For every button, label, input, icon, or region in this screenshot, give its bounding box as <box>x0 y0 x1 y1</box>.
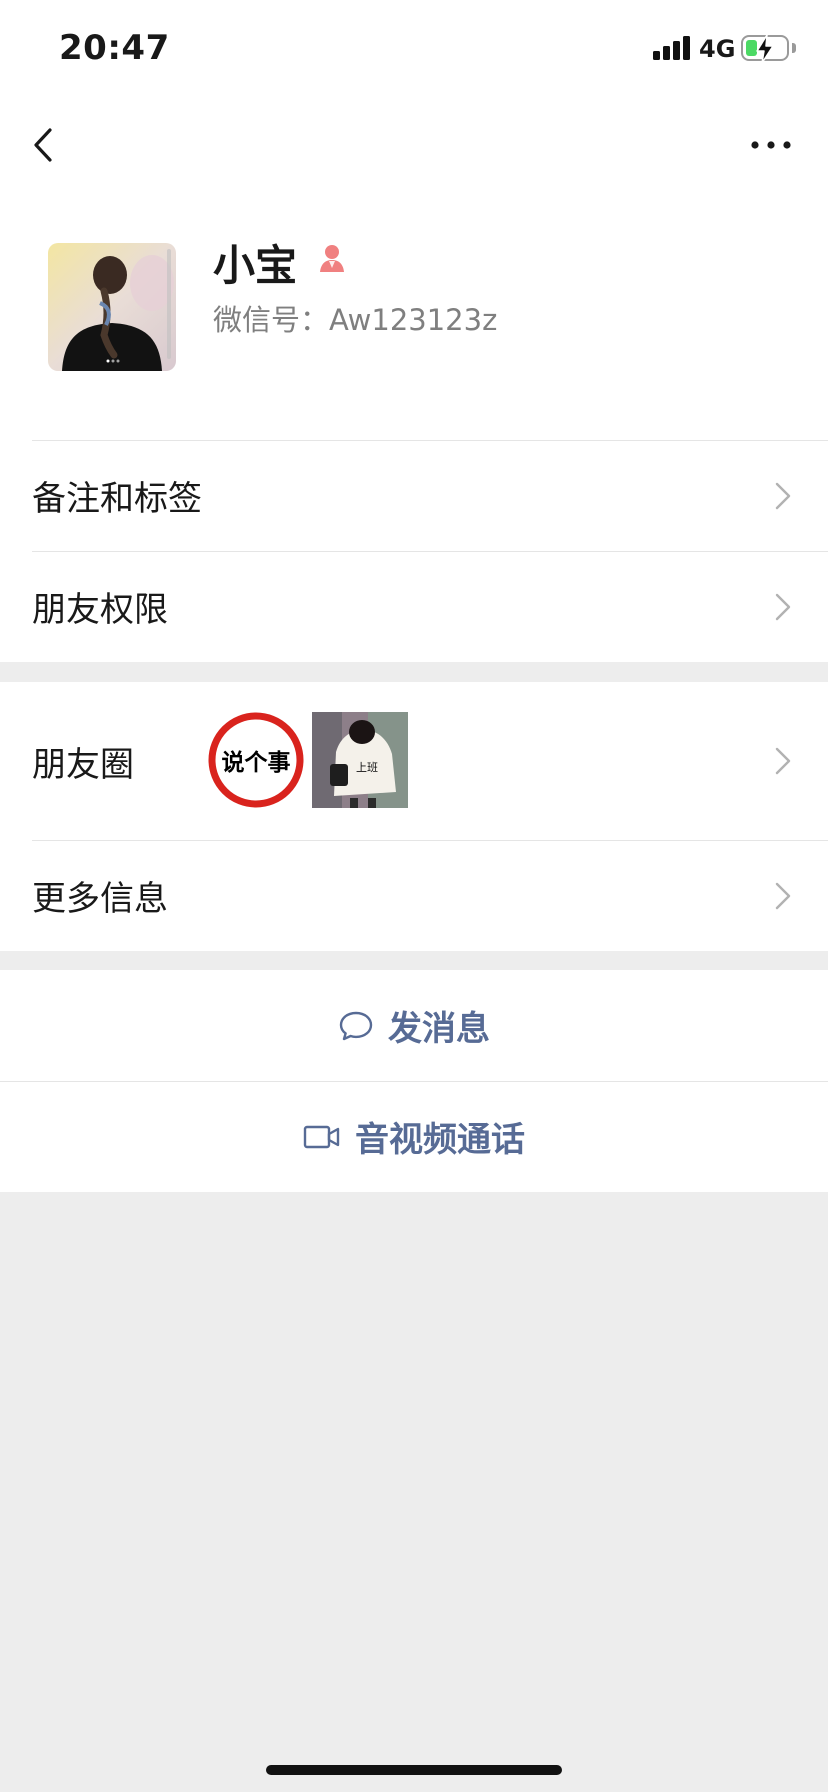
send-message-button[interactable]: 发消息 <box>0 970 828 1081</box>
chat-bubble-icon <box>338 1009 374 1043</box>
video-camera-icon <box>303 1123 341 1151</box>
ellipsis-icon <box>751 141 791 149</box>
status-time: 20:47 <box>59 28 170 68</box>
divider <box>32 551 828 552</box>
status-bar: 20:47 4G <box>0 0 828 100</box>
av-call-label: 音视频通话 <box>355 1120 525 1160</box>
battery-cap <box>792 43 796 53</box>
info-group: 朋友圈 说个事 上班 更多信息 <box>0 682 828 951</box>
row-label: 备注和标签 <box>32 479 202 519</box>
contact-profile-screen: 20:47 4G 小宝 微信号：Aw123123z 备注和标签 朋友权限 朋友圈… <box>0 0 828 1792</box>
moments-label: 朋友圈 <box>32 744 134 785</box>
moments-thumbnail[interactable]: 说个事 <box>208 712 304 808</box>
profile-header: 小宝 微信号：Aw123123z <box>0 200 828 440</box>
network-type: 4G <box>699 35 736 63</box>
divider <box>32 840 828 841</box>
back-button[interactable] <box>28 120 68 170</box>
nav-bar <box>0 100 828 200</box>
chevron-right-icon <box>775 882 791 909</box>
remarks-and-tags-row[interactable]: 备注和标签 <box>0 440 828 551</box>
home-indicator[interactable] <box>266 1765 562 1775</box>
av-call-button[interactable]: 音视频通话 <box>0 1081 828 1192</box>
moments-thumbnails: 说个事 上班 <box>208 712 408 808</box>
moments-row[interactable]: 朋友圈 说个事 上班 <box>0 682 828 840</box>
thumbnail-caption: 说个事 <box>221 750 291 776</box>
charging-bolt-icon <box>756 34 774 64</box>
signal-bars-icon <box>653 36 691 60</box>
divider <box>32 440 828 441</box>
female-icon <box>320 245 344 272</box>
chevron-right-icon <box>775 747 791 775</box>
chevron-right-icon <box>775 482 791 509</box>
avatar[interactable] <box>48 243 176 371</box>
send-message-label: 发消息 <box>388 1009 490 1049</box>
actions-group: 发消息 音视频通话 <box>0 970 828 1192</box>
more-info-row[interactable]: 更多信息 <box>0 840 828 951</box>
more-button[interactable] <box>746 130 796 160</box>
thumbnail-caption: 上班 <box>356 761 378 774</box>
row-label: 朋友权限 <box>32 590 168 630</box>
wechat-id: 微信号：Aw123123z <box>213 303 498 337</box>
friend-permissions-row[interactable]: 朋友权限 <box>0 551 828 662</box>
moments-thumbnail[interactable]: 上班 <box>312 712 408 808</box>
chevron-left-icon <box>34 128 52 162</box>
settings-group: 备注和标签 朋友权限 <box>0 440 828 662</box>
row-label: 更多信息 <box>32 879 168 919</box>
contact-name: 小宝 <box>213 241 298 290</box>
divider <box>0 1081 828 1082</box>
chevron-right-icon <box>775 593 791 620</box>
